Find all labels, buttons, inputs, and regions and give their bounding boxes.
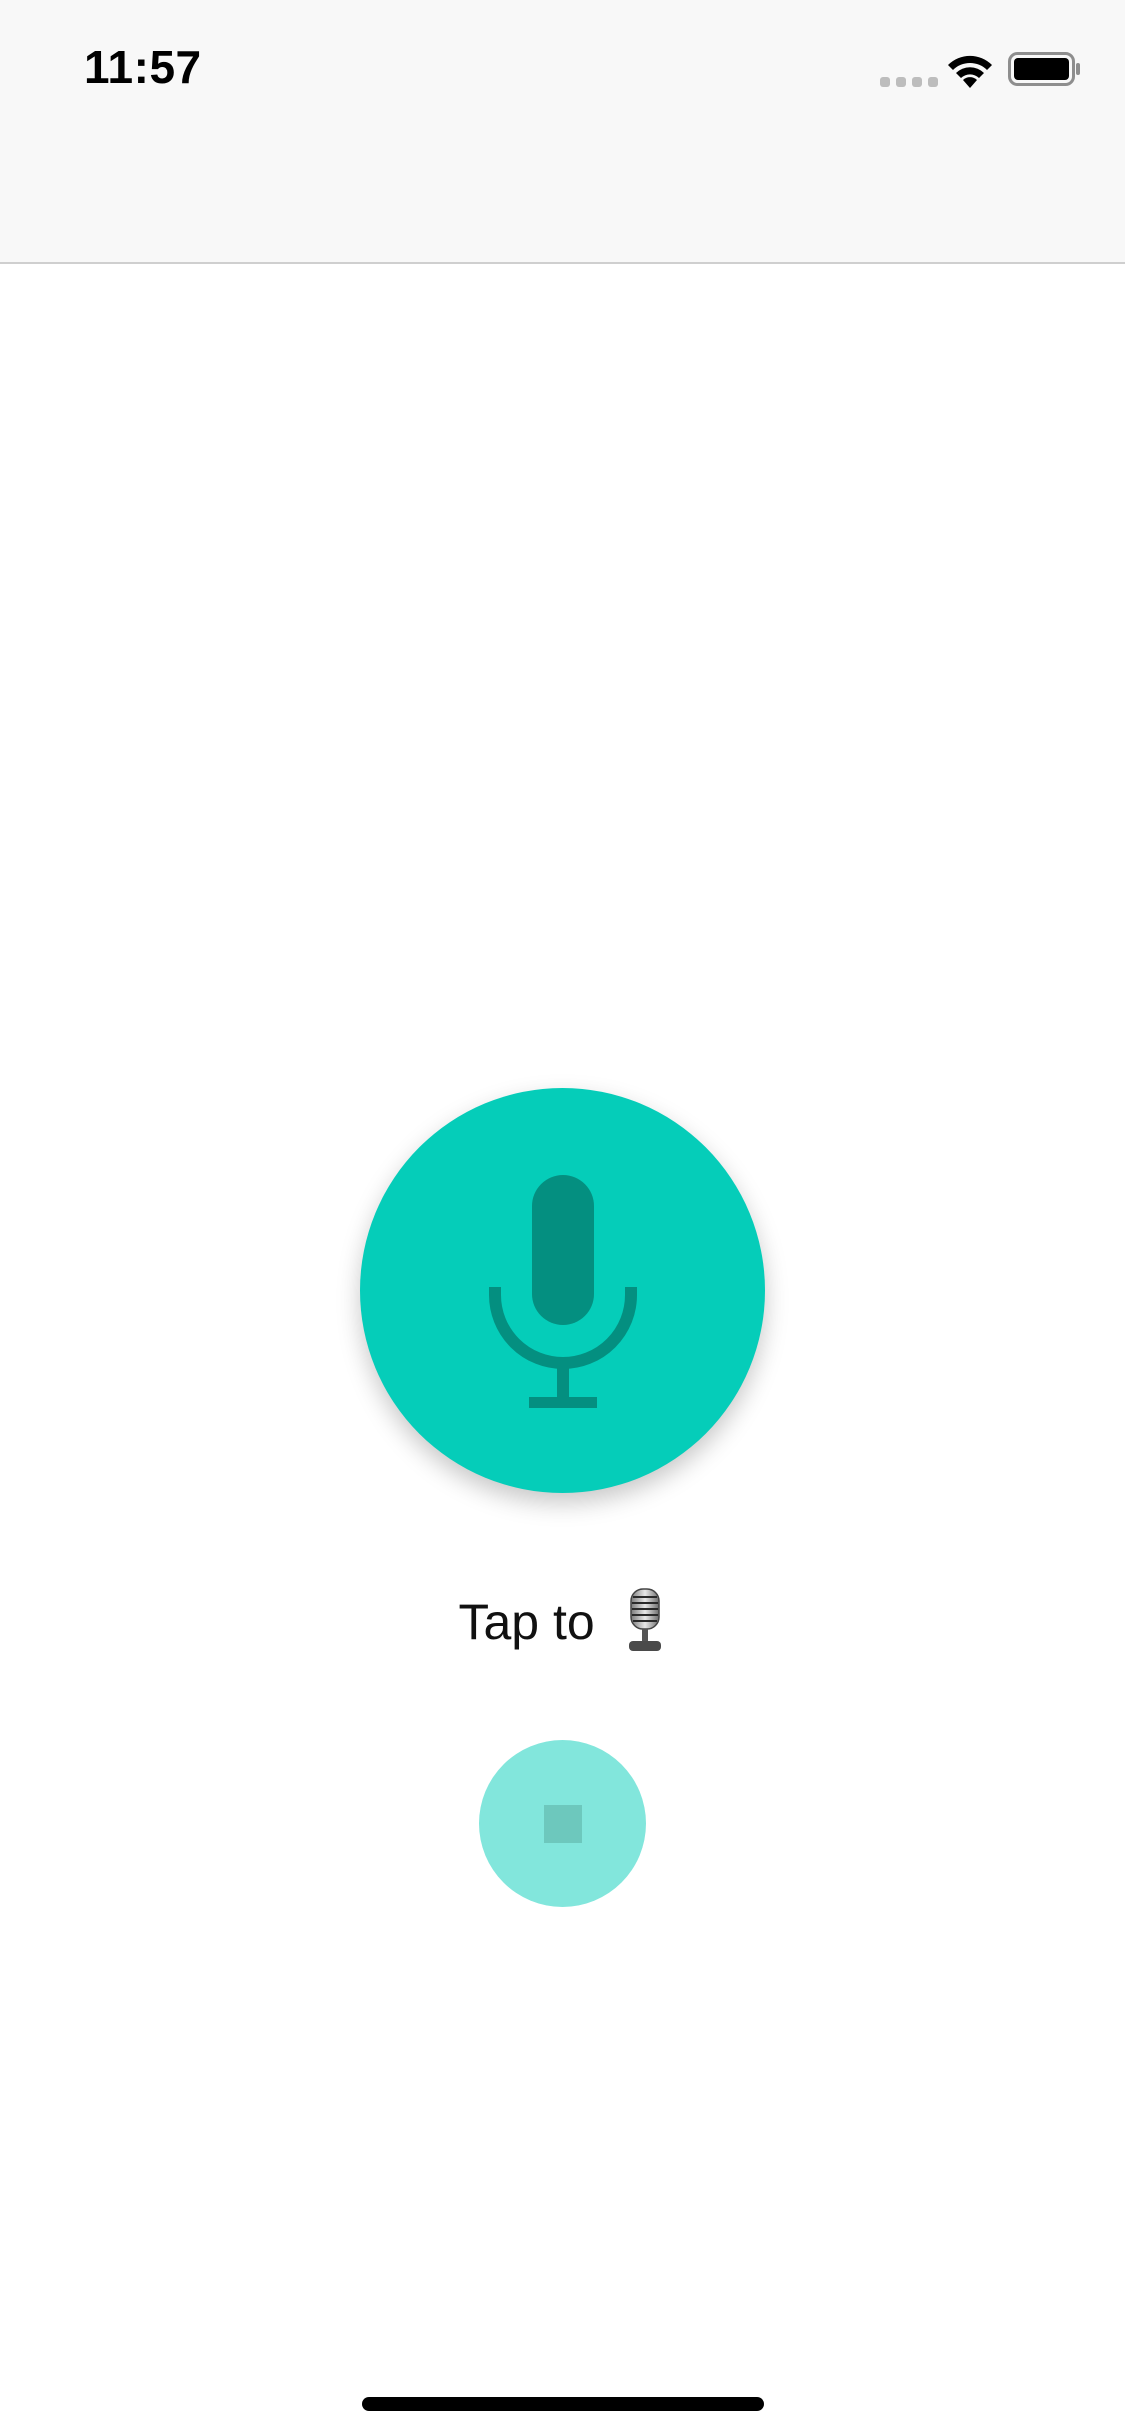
microphone-icon: [488, 1174, 637, 1408]
stop-button[interactable]: [479, 1740, 646, 1907]
wifi-icon: [948, 55, 992, 88]
status-time: 11:57: [84, 41, 202, 93]
record-button[interactable]: [360, 1088, 765, 1493]
cellular-signal-dots-icon: [880, 77, 938, 87]
stop-icon: [543, 1804, 582, 1843]
record-prompt: Tap to: [0, 1587, 1125, 1653]
record-prompt-text: Tap to: [458, 1594, 595, 1650]
battery-icon: [1008, 52, 1080, 86]
home-indicator[interactable]: [362, 2397, 764, 2411]
navigation-bar: 11:57: [0, 0, 1125, 264]
studio-microphone-emoji-icon: [628, 1588, 661, 1651]
